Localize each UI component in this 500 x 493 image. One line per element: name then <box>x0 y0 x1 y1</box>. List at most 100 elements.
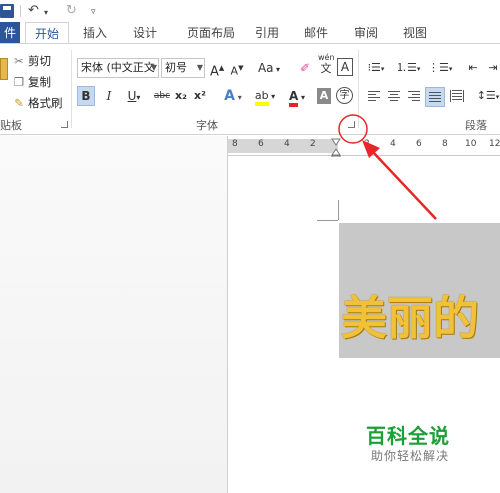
ruler-number: 4 <box>390 139 396 149</box>
enclose-characters-label: 字 <box>339 90 350 101</box>
strikethrough-label: abc <box>153 91 171 101</box>
format-painter-button[interactable]: ✎ 格式刷 <box>12 94 62 112</box>
phonetic-guide-button[interactable]: wén 文 <box>318 52 335 82</box>
line-spacing-icon[interactable]: ↕☰▾ <box>476 86 500 106</box>
justify-button[interactable] <box>425 87 445 107</box>
word-window: ↶ ▾ ↻ ▿ 件 开始 插入 设计 页面布局 引用 邮件 审阅 视图 ✂ 剪切 … <box>0 0 500 493</box>
tab-design[interactable]: 设计 <box>128 22 162 44</box>
underline-label: U <box>127 89 137 103</box>
clipboard-group-label: 贴板 <box>0 119 22 132</box>
cut-label: 剪切 <box>28 54 51 68</box>
grow-font-button[interactable]: A▲ <box>210 58 224 80</box>
decrease-indent-icon[interactable]: ⇤ <box>464 58 482 78</box>
enclose-characters-button[interactable]: 字 <box>336 87 353 104</box>
italic-label: I <box>106 89 112 103</box>
bold-label: B <box>81 89 91 103</box>
font-size-value: 初号 <box>165 61 187 74</box>
shrink-font-button[interactable]: A▼ <box>230 58 244 78</box>
subscript-button[interactable]: x₂ <box>174 86 188 106</box>
increase-indent-icon[interactable]: ⇥ <box>486 58 500 78</box>
change-case-button[interactable]: Aa ▾ <box>254 58 284 78</box>
italic-button[interactable]: I <box>102 86 116 106</box>
crop-mark <box>317 220 338 221</box>
undo-icon[interactable]: ↶ <box>28 2 39 20</box>
character-border-label: A <box>340 60 350 74</box>
strikethrough-button[interactable]: abc <box>152 86 172 106</box>
ruler-number: 2 <box>310 139 316 149</box>
ruler-number: 8 <box>232 139 238 149</box>
redo-icon[interactable]: ↻ <box>66 2 77 20</box>
tab-mailings[interactable]: 邮件 <box>299 22 333 44</box>
font-size-combo[interactable]: 初号 ▼ <box>161 58 205 78</box>
ruler-number: 6 <box>258 139 264 149</box>
text-effects-button[interactable]: A ▾ <box>221 86 245 106</box>
shrink-font-label: A <box>230 64 239 78</box>
copy-button[interactable]: ❐ 复制 <box>12 73 51 91</box>
multilevel-list-icon[interactable]: ⋮☰▾ <box>428 58 452 78</box>
scissors-icon: ✂ <box>14 54 24 68</box>
font-group-label: 字体 <box>196 119 218 132</box>
ruler-number: 2 <box>364 139 370 149</box>
horizontal-ruler[interactable]: 8 6 4 2 2 4 6 8 10 12 <box>228 136 500 156</box>
ribbon: ✂ 剪切 ❐ 复制 ✎ 格式刷 贴板 宋体 (中文正文 ▼ 初号 ▼ A▲ A▼ Aa ▾… <box>0 43 500 135</box>
quick-access-toolbar: ↶ ▾ ↻ ▿ <box>0 0 500 22</box>
highlight-label: ab <box>254 89 269 106</box>
ruler-number: 6 <box>416 139 422 149</box>
clear-format-icon[interactable]: ✐ <box>296 58 314 78</box>
group-separator <box>71 50 72 128</box>
align-right-icon[interactable] <box>408 91 422 103</box>
tab-page-layout[interactable]: 页面布局 <box>180 22 242 44</box>
justify-icon <box>429 92 443 104</box>
cut-button[interactable]: ✂ 剪切 <box>12 52 51 70</box>
clipboard-dialog-launcher[interactable] <box>61 121 68 128</box>
superscript-label: x² <box>194 89 206 102</box>
change-case-label: Aa <box>257 61 274 75</box>
tab-view[interactable]: 视图 <box>398 22 432 44</box>
tab-file[interactable]: 件 <box>0 22 20 44</box>
paragraph-group-label: 段落 <box>465 119 487 132</box>
superscript-button[interactable]: x² <box>193 86 207 106</box>
font-name-combo[interactable]: 宋体 (中文正文 ▼ <box>77 58 159 78</box>
copy-label: 复制 <box>28 75 51 89</box>
ribbon-tabs: 件 开始 插入 设计 页面布局 引用 邮件 审阅 视图 <box>0 22 500 44</box>
phonetic-bottom: 文 <box>320 62 332 75</box>
character-border-button[interactable]: A <box>337 58 353 76</box>
bold-button[interactable]: B <box>77 86 95 106</box>
group-separator <box>358 50 359 128</box>
subscript-label: x₂ <box>175 89 187 102</box>
font-color-button[interactable]: A ▾ <box>284 86 310 107</box>
ruler-number: 4 <box>284 139 290 149</box>
underline-button[interactable]: U ▾ <box>121 86 147 106</box>
brush-icon: ✎ <box>14 96 24 110</box>
tab-review[interactable]: 审阅 <box>349 22 383 44</box>
paste-icon[interactable] <box>0 58 8 80</box>
bullets-icon[interactable]: ⁝☰▾ <box>364 58 388 78</box>
tab-references[interactable]: 引用 <box>250 22 284 44</box>
qat-separator <box>20 5 21 17</box>
grow-font-label: A <box>210 64 219 80</box>
save-icon[interactable] <box>0 4 14 18</box>
character-shading-button[interactable]: A <box>317 88 331 104</box>
font-dialog-launcher[interactable] <box>348 121 355 128</box>
chevron-down-icon: ▼ <box>150 63 157 72</box>
font-name-value: 宋体 (中文正文 <box>81 61 155 74</box>
navigation-pane <box>0 136 228 493</box>
align-left-icon[interactable] <box>368 91 382 103</box>
ruler-number: 8 <box>442 139 448 149</box>
undo-dropdown-icon[interactable]: ▾ <box>44 4 48 22</box>
tab-home[interactable]: 开始 <box>25 22 69 44</box>
ruler-number: 12 <box>489 139 500 149</box>
crop-mark <box>338 200 339 220</box>
document-text[interactable]: 美丽的 <box>341 290 479 346</box>
text-effects-label: A <box>224 88 236 104</box>
numbering-icon[interactable]: ⒈☰▾ <box>396 58 420 78</box>
ruler-margin <box>228 139 338 153</box>
copy-icon: ❐ <box>13 75 25 89</box>
align-center-icon[interactable] <box>388 91 402 103</box>
distributed-icon[interactable] <box>450 90 464 102</box>
customize-icon[interactable]: ▿ <box>91 3 96 21</box>
character-shading-label: A <box>319 89 329 102</box>
highlight-button[interactable]: ab ▾ <box>251 86 279 106</box>
tab-insert[interactable]: 插入 <box>78 22 112 44</box>
watermark-subtitle: 助你轻松解决 <box>371 449 450 463</box>
